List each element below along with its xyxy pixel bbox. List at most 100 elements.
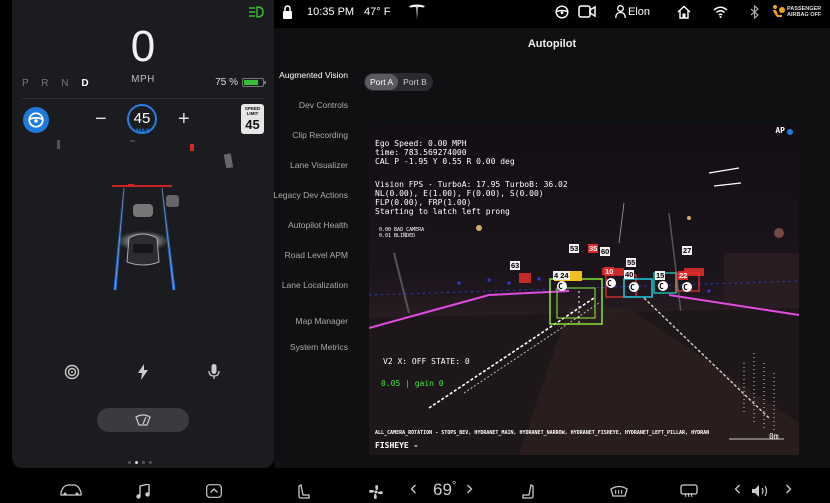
- tesla-logo-icon: [409, 4, 425, 20]
- autopilot-steering-button[interactable]: [23, 107, 49, 133]
- decrease-speed-button[interactable]: −: [95, 108, 107, 131]
- clock: 10:35 PM: [307, 6, 355, 18]
- lightning-bolt-icon: [138, 364, 148, 380]
- lead-vehicle: [133, 204, 153, 217]
- track-label: 27: [682, 246, 693, 255]
- menu-augmented-vision[interactable]: Augmented Vision: [268, 70, 348, 80]
- telemetry-readout: Ego Speed: 0.00 MPH time: 783.569274000 …: [375, 139, 515, 166]
- track-label: 60: [600, 247, 611, 256]
- chevron-left-icon: [410, 484, 416, 494]
- class-marker: C: [630, 283, 635, 292]
- steering-wheel-icon: [28, 112, 44, 128]
- wifi-status[interactable]: [713, 6, 728, 21]
- front-defrost-button[interactable]: [610, 484, 628, 498]
- seat-icon: [522, 484, 534, 499]
- chevron-left-icon: [734, 484, 740, 494]
- track-label: 15: [655, 271, 666, 280]
- video-camera-icon: [578, 5, 596, 18]
- track-label: 55: [626, 258, 637, 267]
- road-visualization: [57, 140, 234, 291]
- camera-name: FISHEYE -: [375, 441, 419, 450]
- track-label: 4 24: [553, 271, 570, 280]
- camera-icon: [64, 364, 80, 380]
- track-label: 10: [604, 267, 615, 276]
- climate-button[interactable]: [368, 484, 384, 500]
- media-button[interactable]: [136, 484, 150, 499]
- steering-wheel-icon: [555, 5, 569, 19]
- track-label: 40: [624, 270, 635, 279]
- rear-defrost-button[interactable]: [680, 484, 698, 498]
- dashcam-button[interactable]: [578, 5, 596, 21]
- battery-fill: [244, 80, 258, 85]
- temperature-increase-button[interactable]: [466, 484, 473, 494]
- divider: [22, 98, 264, 99]
- menu-road-level-apm[interactable]: Road Level APM: [268, 250, 348, 260]
- voice-command-button[interactable]: [204, 362, 224, 382]
- panel-title: Autopilot: [527, 38, 577, 50]
- driver-seat-heat-button[interactable]: [298, 484, 310, 500]
- camera-button[interactable]: [62, 362, 82, 382]
- track-label: 53: [569, 244, 580, 253]
- front-defrost-icon: [610, 485, 628, 497]
- lock-button[interactable]: [282, 5, 293, 22]
- class-marker: C: [558, 282, 563, 291]
- energy-button[interactable]: [133, 362, 153, 382]
- menu-map-manager[interactable]: Map Manager: [268, 316, 348, 326]
- distance-scale: 0m: [769, 432, 779, 441]
- outside-temperature: 47° F: [364, 6, 391, 18]
- music-note-icon: [136, 484, 150, 499]
- headlights-button[interactable]: [248, 5, 264, 22]
- profile-button[interactable]: [615, 5, 626, 21]
- passenger-airbag-status: PASSENGER AIRBAG OFF: [771, 4, 821, 20]
- gain-readout: 0.05 | gain 0: [381, 379, 444, 388]
- gear-selector: P R N D: [22, 78, 94, 89]
- distant-car-taillight: [190, 144, 194, 151]
- lock-icon: [283, 5, 292, 19]
- track-label: 35: [588, 244, 599, 253]
- port-b-tab[interactable]: Port B: [398, 74, 432, 90]
- page-indicator: [128, 461, 152, 464]
- chevron-right-icon: [786, 484, 792, 494]
- menu-legacy-dev-actions[interactable]: Legacy Dev Actions: [268, 190, 348, 200]
- cabin-temperature: 69 °: [433, 480, 456, 500]
- gear-n: N: [61, 78, 74, 89]
- tesla-menu-button[interactable]: [408, 3, 426, 24]
- airbag-icon: [773, 5, 785, 17]
- menu-system-metrics[interactable]: System Metrics: [268, 342, 348, 352]
- controls-button[interactable]: [60, 484, 82, 496]
- class-marker: C: [607, 279, 612, 288]
- gear-p: P: [22, 78, 34, 89]
- wiper-button[interactable]: [97, 408, 189, 432]
- passenger-seat-heat-button[interactable]: [522, 484, 534, 500]
- menu-lane-visualizer[interactable]: Lane Visualizer: [268, 160, 348, 170]
- camera-scene: [369, 129, 799, 455]
- augmented-vision-feed: AP Ego Speed: 0.00 MPH time: 783.5692740…: [369, 123, 799, 455]
- microphone-icon: [208, 364, 220, 379]
- volume-down-button[interactable]: [734, 484, 741, 494]
- menu-dev-controls[interactable]: Dev Controls: [268, 100, 348, 110]
- status-bar: 10:35 PM 47° F Elon PASSENGER AIRBAG OFF: [249, 0, 830, 28]
- battery-indicator: 75 %: [215, 77, 266, 88]
- temperature-decrease-button[interactable]: [410, 484, 417, 494]
- bluetooth-status[interactable]: [750, 4, 759, 22]
- drive-panel: 0 MPH P R N D 75 % − 45 MAX + SPEED LIMI…: [12, 0, 274, 468]
- airbag-label-line2: AIRBAG OFF: [787, 12, 822, 18]
- menu-clip-recording[interactable]: Clip Recording: [268, 130, 348, 140]
- homelink-button[interactable]: [677, 5, 691, 22]
- menu-lane-localization[interactable]: Lane Localization: [268, 280, 348, 290]
- steering-mode-button[interactable]: [555, 5, 569, 22]
- class-marker: C: [683, 283, 688, 292]
- volume-control[interactable]: [751, 484, 771, 498]
- speedometer-value: 0: [130, 22, 156, 71]
- cabin-temperature-value: 69: [433, 480, 452, 499]
- gear-d: D: [81, 78, 94, 89]
- v2-state: V2 X: OFF STATE: 0: [383, 357, 470, 366]
- app-launcher-button[interactable]: [206, 484, 222, 498]
- port-a-tab[interactable]: Port A: [365, 74, 399, 90]
- volume-up-button[interactable]: [785, 484, 792, 494]
- gear-r: R: [41, 78, 54, 89]
- increase-speed-button[interactable]: +: [178, 108, 190, 131]
- port-selector: Port A Port B: [364, 73, 433, 91]
- menu-autopilot-health[interactable]: Autopilot Health: [268, 220, 348, 230]
- vision-stats: Vision FPS - TurboA: 17.95 TurboB: 36.02…: [375, 180, 568, 216]
